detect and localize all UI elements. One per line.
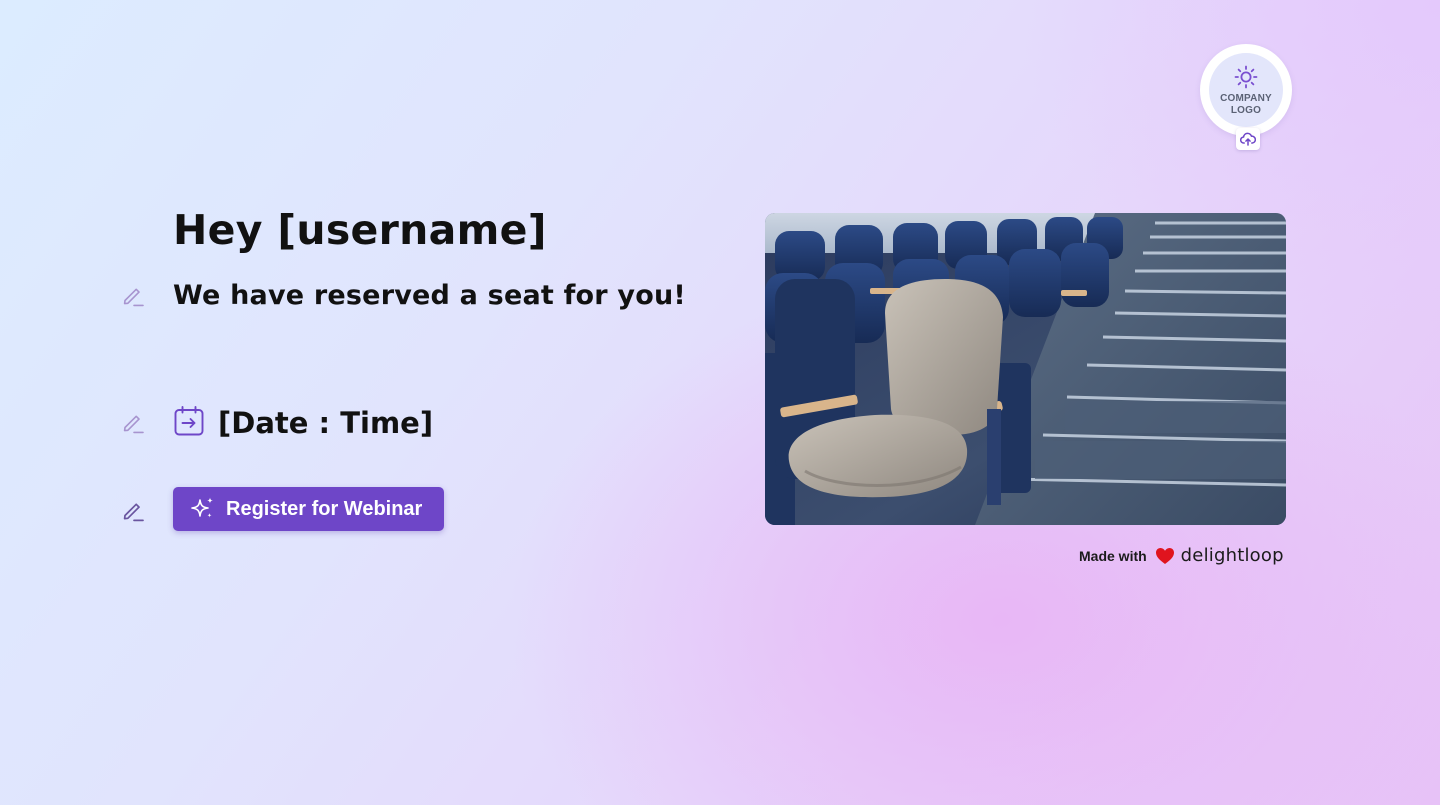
heart-icon (1155, 547, 1174, 564)
company-logo-inner: COMPANY LOGO (1209, 53, 1283, 127)
made-with-label: Made with (1079, 547, 1147, 564)
subheading: We have reserved a seat for you! (173, 280, 686, 311)
sparkles-icon (191, 497, 213, 518)
sun-icon (1234, 65, 1258, 88)
delightloop-brand-name: delightloop (1180, 545, 1284, 566)
auditorium-seat-photo (765, 213, 1286, 525)
pencil-edit-icon[interactable] (121, 410, 145, 434)
pencil-edit-icon[interactable] (121, 498, 145, 522)
pencil-edit-icon[interactable] (121, 283, 145, 307)
upload-logo-button[interactable] (1236, 128, 1260, 150)
company-logo-text: COMPANY LOGO (1220, 92, 1272, 116)
cloud-upload-icon (1240, 132, 1256, 146)
register-webinar-button[interactable]: Register for Webinar (173, 487, 444, 531)
calendar-arrow-icon (174, 406, 204, 436)
date-time-text: [Date : Time] (218, 406, 434, 440)
register-button-label: Register for Webinar (226, 497, 423, 520)
made-with-brand[interactable]: Made with delightloop (1079, 545, 1284, 566)
company-logo-placeholder[interactable]: COMPANY LOGO (1200, 44, 1292, 136)
greeting-heading: Hey [username] (173, 206, 547, 254)
